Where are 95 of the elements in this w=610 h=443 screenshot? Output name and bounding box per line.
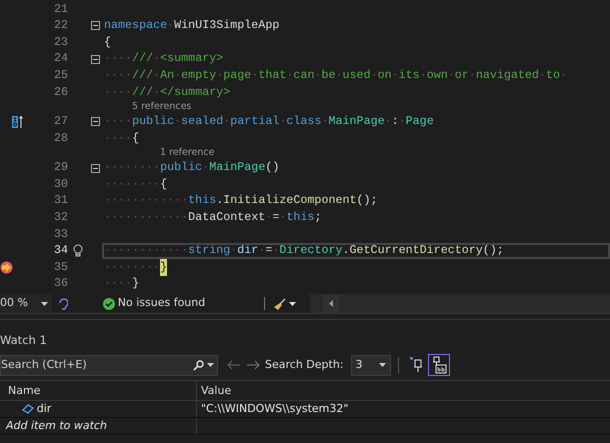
- code-cleanup-button[interactable]: [274, 298, 296, 310]
- code-token: ·: [321, 113, 328, 130]
- collapse-icon[interactable]: [90, 54, 100, 64]
- caret-icon: [41, 302, 48, 306]
- line-number: 25: [52, 66, 68, 84]
- code-token: MainPage: [328, 113, 385, 130]
- column-header[interactable]: Value: [197, 381, 610, 400]
- line-number: 21: [52, 0, 68, 18]
- back-arrow-icon[interactable]: [227, 360, 241, 370]
- code-token: (): [265, 159, 280, 176]
- code-token: this: [188, 192, 216, 210]
- code-token: ········: [104, 258, 160, 276]
- watch-name[interactable]: dir: [36, 401, 52, 418]
- line-number: 34: [52, 242, 68, 260]
- line-number: 23: [52, 34, 68, 51]
- depth-label: Search Depth:: [265, 357, 344, 373]
- lightbulb-icon[interactable]: [73, 244, 83, 258]
- collapse-icon[interactable]: [90, 117, 100, 126]
- line-number: 32: [52, 209, 68, 226]
- code-token: namespace: [104, 17, 168, 34]
- collapse-icon[interactable]: [90, 164, 100, 173]
- code-token: ····: [104, 50, 132, 68]
- horizontal-scrollbar[interactable]: [310, 294, 610, 313]
- add-watch-placeholder[interactable]: Add item to watch: [6, 418, 107, 434]
- search-field[interactable]: Search (Ctrl+E): [1, 357, 193, 374]
- code-token: InitializeComponent: [223, 192, 357, 210]
- execution-arrow-icon: [0, 261, 13, 274]
- pin-text-button[interactable]: [428, 354, 450, 376]
- watch-value[interactable]: "C:\\WINDOWS\\system32": [201, 401, 348, 418]
- check-icon: [103, 298, 115, 310]
- line-number: 29: [52, 159, 68, 176]
- code-lens-references[interactable]: 5 references: [132, 100, 192, 114]
- code-token: ····: [104, 66, 132, 84]
- line-number: 31: [52, 192, 68, 210]
- column-header[interactable]: Name: [0, 381, 197, 400]
- code-token: ············: [104, 192, 188, 210]
- code-token: .: [216, 192, 224, 210]
- code-token: public·sealed·partial·class: [132, 113, 322, 130]
- line-number: 35: [52, 258, 68, 276]
- caret-icon[interactable]: [207, 363, 214, 368]
- zoom-dropdown[interactable]: 00 %: [0, 294, 52, 313]
- code-lens-references[interactable]: 1 reference: [160, 146, 214, 160]
- code-token: ········{: [104, 176, 168, 193]
- code-token: .: [342, 242, 350, 260]
- code-token: ············DataContext·=·: [104, 209, 286, 226]
- code-token: MainPage: [209, 159, 266, 176]
- line-number: 36: [52, 275, 68, 292]
- panel-title: Watch 1: [0, 319, 610, 354]
- issues-status[interactable]: No issues found: [118, 295, 206, 312]
- pin-icon: [410, 357, 424, 374]
- code-token: ///·<summary>: [132, 50, 224, 68]
- code-token: ///·An·empty·page·that·can·be·used·on·its·own·or·navigated·to·: [132, 66, 568, 84]
- code-token: }: [160, 258, 168, 276]
- code-token: ·: [202, 159, 210, 176]
- code-token: public: [160, 159, 202, 176]
- code-token: GetCurrentDirectory: [350, 242, 483, 260]
- code-token: {: [104, 34, 112, 51]
- code-token: this: [286, 209, 314, 226]
- search-icon[interactable]: [193, 360, 204, 371]
- line-number: 27: [52, 113, 68, 130]
- line-number: 24: [52, 50, 68, 68]
- code-token: ();: [356, 192, 378, 210]
- code-token: ·: [230, 242, 238, 260]
- code-token: ····}: [104, 275, 140, 292]
- line-number: 30: [52, 176, 68, 193]
- ear-icon[interactable]: [58, 297, 68, 310]
- code-token: ·=·: [258, 242, 280, 260]
- code-token: ·WinUI3SimpleApp: [167, 17, 280, 34]
- scroll-left-icon[interactable]: [328, 300, 333, 307]
- line-number: 33: [52, 226, 68, 243]
- code-token: ····: [104, 113, 132, 130]
- search-box[interactable]: Search (Ctrl+E): [0, 354, 218, 376]
- depth-dropdown[interactable]: 3: [350, 354, 390, 376]
- code-token: dir: [237, 242, 258, 260]
- broom-icon: [274, 298, 286, 310]
- code-token: Page: [406, 113, 434, 130]
- line-number: 28: [52, 130, 68, 147]
- collapse-icon[interactable]: [90, 21, 100, 30]
- pin-icon: [430, 356, 446, 374]
- forward-arrow-icon[interactable]: [246, 360, 260, 370]
- code-token: ///·</summary>: [132, 84, 230, 100]
- variable-icon: [22, 403, 34, 416]
- code-token: Directory: [279, 242, 342, 260]
- code-token: ····: [104, 84, 132, 100]
- line-number: 22: [52, 17, 68, 34]
- code-token: ·:·: [384, 113, 406, 130]
- code-token: ············: [104, 242, 188, 260]
- code-token: ;: [314, 209, 322, 226]
- caret-icon: [288, 302, 296, 306]
- code-token: ········: [104, 159, 160, 176]
- code-token: ();: [482, 242, 504, 260]
- code-token: string: [188, 242, 230, 260]
- line-number: 26: [52, 84, 68, 100]
- code-token: ····{: [104, 130, 140, 147]
- caret-icon: [378, 363, 386, 368]
